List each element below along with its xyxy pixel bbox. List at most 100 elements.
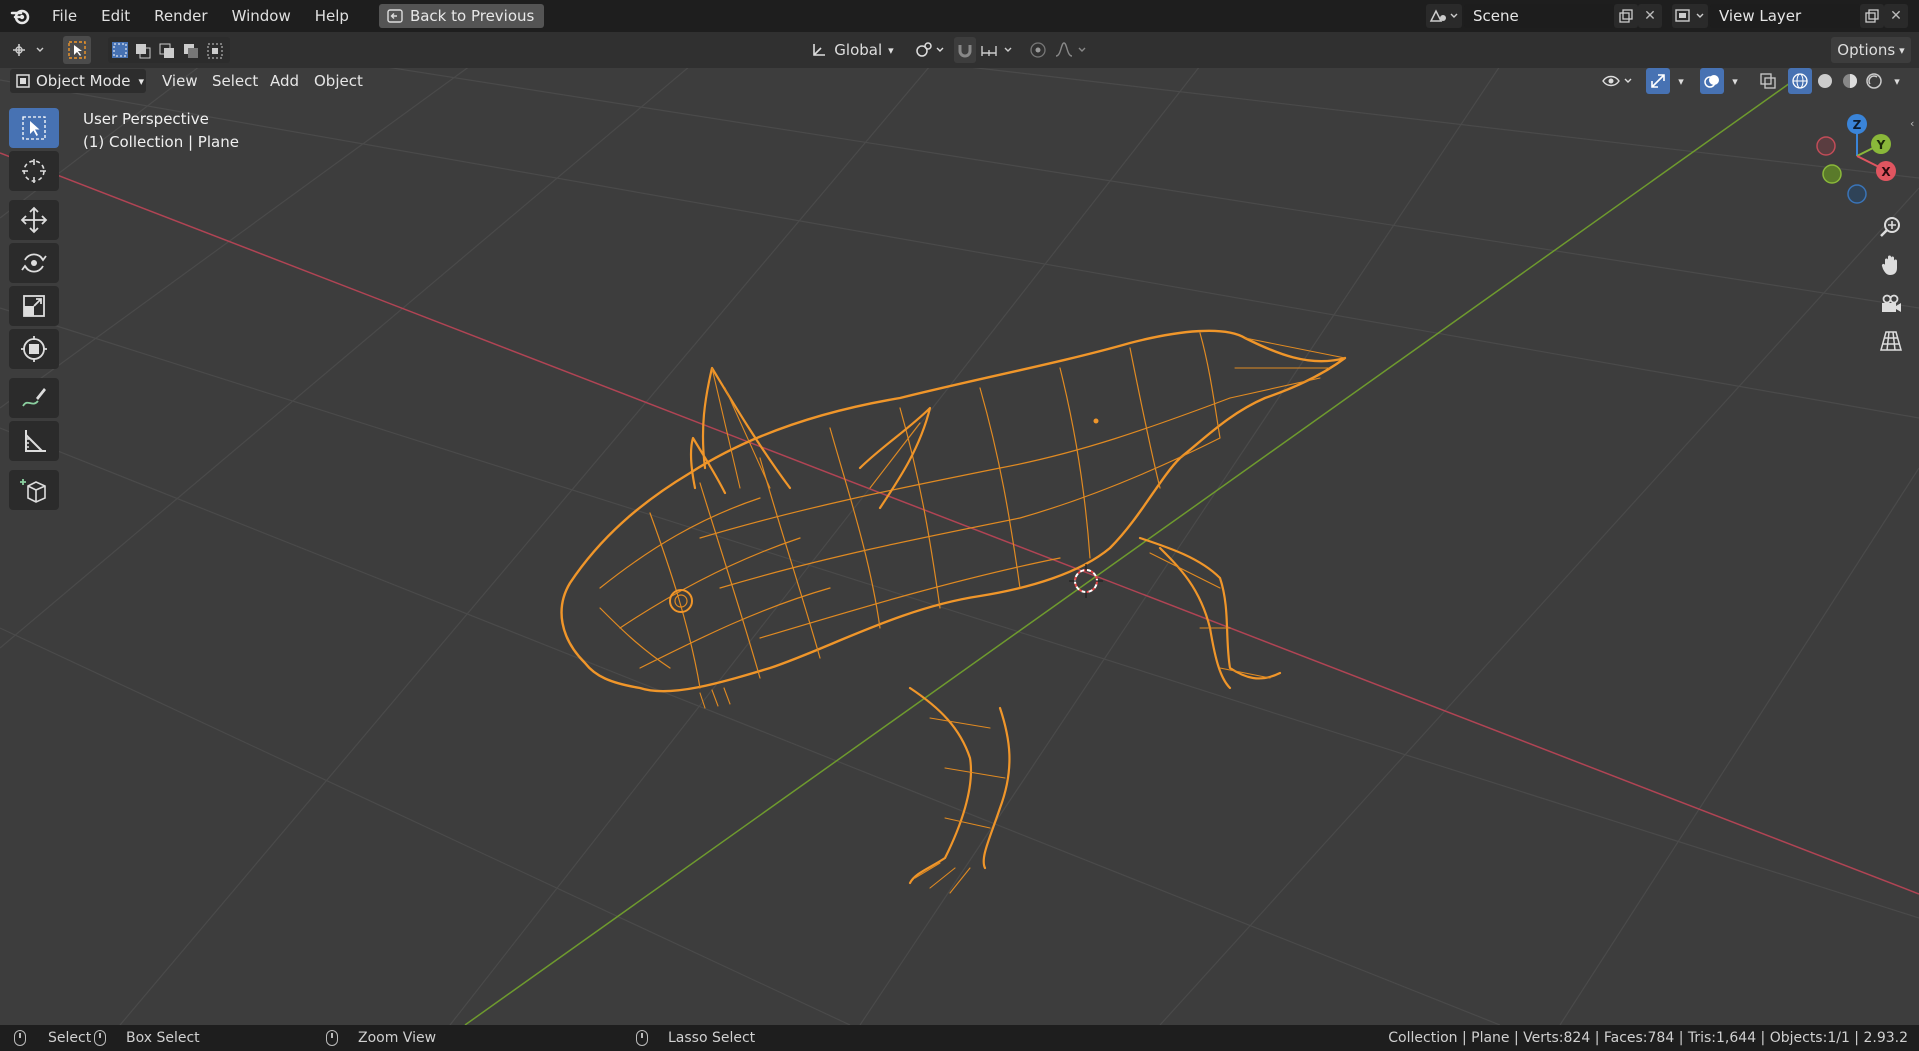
menu-edit[interactable]: Edit <box>89 0 142 32</box>
menu-render[interactable]: Render <box>142 0 219 32</box>
gizmo-x-label: X <box>1881 165 1891 179</box>
shading-rendered-button[interactable] <box>1862 68 1886 94</box>
viewport-menu-select[interactable]: Select <box>212 68 258 94</box>
scene-browse-button[interactable] <box>1426 4 1462 28</box>
status-select-hint: Select <box>14 1025 91 1051</box>
options-dropdown[interactable]: Options ▾ <box>1831 37 1911 63</box>
view-layer-name-field[interactable]: View Layer <box>1710 4 1860 28</box>
view-perspective-label: User Perspective <box>83 110 209 128</box>
snap-target-dropdown[interactable] <box>978 37 1018 63</box>
shading-wireframe-button[interactable] <box>1788 68 1812 94</box>
scene-icon <box>1429 9 1458 22</box>
shading-solid-button[interactable] <box>1813 68 1837 94</box>
overlays-toggle[interactable] <box>1700 68 1724 94</box>
tool-header: Global ▾ Options ▾ <box>0 32 1919 68</box>
tool-transform[interactable] <box>9 329 59 369</box>
collection-info-label: (1) Collection | Plane <box>83 133 239 151</box>
hand-icon <box>1881 255 1897 275</box>
blender-logo-icon[interactable] <box>10 5 32 27</box>
viewport-menu-view[interactable]: View <box>162 68 198 94</box>
status-lasso-hint: Lasso Select <box>636 1025 755 1051</box>
transform-orientation-dropdown[interactable]: Global ▾ <box>804 37 900 63</box>
overlays-icon <box>1704 75 1719 88</box>
tool-scale[interactable] <box>9 286 59 326</box>
eye-icon <box>1602 75 1632 87</box>
status-zoom-label: Zoom View <box>358 1030 437 1046</box>
status-lasso-label: Lasso Select <box>668 1030 756 1046</box>
status-select-label: Select <box>48 1030 92 1046</box>
tool-select-box[interactable] <box>9 108 59 148</box>
active-tool-select-button[interactable] <box>63 36 91 64</box>
view-layer-name: View Layer <box>1719 7 1802 25</box>
gizmo-z-label: Z <box>1853 118 1862 132</box>
overlays-dropdown[interactable]: ▾ <box>1726 68 1744 94</box>
menu-help[interactable]: Help <box>303 0 361 32</box>
chevron-down-icon: ▾ <box>888 43 894 57</box>
magnet-icon <box>958 45 972 58</box>
menu-file[interactable]: File <box>40 0 89 32</box>
selectability-visibility-dropdown[interactable] <box>1600 68 1636 94</box>
shading-material-button[interactable] <box>1838 68 1862 94</box>
tool-cursor[interactable] <box>9 151 59 191</box>
new-view-layer-button[interactable] <box>1860 4 1884 28</box>
measure-ruler-icon <box>25 430 46 452</box>
back-to-previous-button[interactable]: Back to Previous <box>378 4 545 28</box>
status-box-select-label: Box Select <box>126 1030 200 1046</box>
editor-type-icon <box>13 44 44 56</box>
interaction-mode-dropdown[interactable]: Object Mode ▾ <box>10 69 146 93</box>
camera-view-button[interactable] <box>1874 286 1908 320</box>
scene-statistics-text: Collection | Plane | Verts:824 | Faces:7… <box>1388 1030 1908 1046</box>
mouse-drag-icon <box>94 1030 106 1046</box>
tool-rotate[interactable] <box>9 243 59 283</box>
tool-add-cube[interactable] <box>9 470 59 510</box>
tool-move[interactable] <box>9 200 59 240</box>
chevron-down-icon: ▾ <box>138 74 145 88</box>
viewport-scene[interactable]: Z Y X <box>0 68 1919 1025</box>
zoom-view-button[interactable] <box>1874 210 1908 244</box>
chevron-down-icon: ▾ <box>1732 74 1738 88</box>
select-cursor-icon <box>22 116 46 140</box>
tool-annotate[interactable] <box>9 378 59 418</box>
navigation-gizmo[interactable]: Z Y X <box>1816 114 1896 204</box>
selection-mode-group <box>108 37 230 63</box>
annotate-pencil-icon <box>22 388 46 407</box>
view-layer-browse-button[interactable] <box>1672 4 1708 28</box>
transform-orientation-value: Global <box>834 41 883 59</box>
object-mode-icon <box>16 74 30 88</box>
proportional-falloff-dropdown[interactable] <box>1052 37 1092 63</box>
delete-scene-button[interactable]: ✕ <box>1638 4 1662 28</box>
transform-icon <box>21 336 47 362</box>
editor-type-button[interactable] <box>8 37 50 63</box>
proportional-editing-icon <box>1030 42 1046 58</box>
gizmo-toggle[interactable] <box>1646 68 1670 94</box>
viewport-header: Object Mode ▾ View Select Add Object ▾ ▾ <box>0 68 1919 94</box>
sidebar-collapse-arrow[interactable]: ‹ <box>1910 117 1919 131</box>
new-scene-button[interactable] <box>1614 4 1638 28</box>
perspective-ortho-toggle[interactable] <box>1874 324 1908 358</box>
shading-dropdown[interactable]: ▾ <box>1888 68 1906 94</box>
xray-icon <box>1760 73 1776 89</box>
snap-toggle[interactable] <box>954 37 976 63</box>
pan-view-button[interactable] <box>1874 248 1908 282</box>
3d-viewport[interactable]: Z Y X <box>0 68 1919 1025</box>
material-preview-icon <box>1843 74 1857 88</box>
gizmo-dropdown[interactable]: ▾ <box>1672 68 1690 94</box>
viewport-menu-object[interactable]: Object <box>314 68 363 94</box>
selection-mode-icons[interactable] <box>110 40 228 60</box>
proportional-editing-toggle[interactable] <box>1026 37 1050 63</box>
pivot-point-icon <box>916 42 944 57</box>
close-icon: ✕ <box>1644 8 1656 24</box>
chevron-down-icon: ▾ <box>1894 74 1900 88</box>
viewport-menu-add[interactable]: Add <box>270 68 299 94</box>
scene-name-field[interactable]: Scene <box>1464 4 1614 28</box>
delete-view-layer-button[interactable]: ✕ <box>1884 4 1908 28</box>
menu-window[interactable]: Window <box>220 0 303 32</box>
snap-increment-icon <box>981 46 1012 56</box>
xray-toggle[interactable] <box>1756 68 1780 94</box>
tool-measure[interactable] <box>9 421 59 461</box>
pivot-point-dropdown[interactable] <box>912 37 948 63</box>
status-bar: Select Box Select Zoom View Lasso Select… <box>0 1025 1919 1051</box>
grid-perspective-icon <box>1880 331 1902 351</box>
zoom-magnifier-icon <box>1880 217 1900 237</box>
scene-name: Scene <box>1473 7 1519 25</box>
